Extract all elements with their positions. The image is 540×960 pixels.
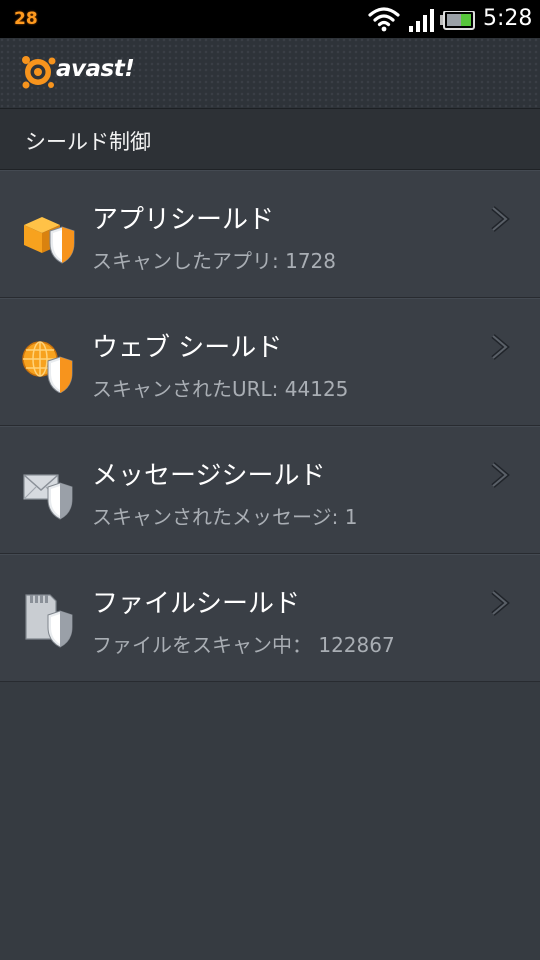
row-subtitle: スキャンされたメッセージ: 1 — [92, 505, 358, 529]
section-header: シールド制御 — [0, 109, 540, 170]
list-item-app-shield[interactable]: アプリシールド スキャンしたアプリ: 1728 — [0, 170, 540, 298]
notification-badge[interactable]: 28 — [14, 9, 38, 29]
web-shield-icon — [20, 335, 78, 394]
chevron-right-icon — [490, 205, 510, 237]
chevron-right-icon — [490, 589, 510, 621]
section-title: シールド制御 — [25, 130, 151, 154]
row-subtitle: ファイルをスキャン中： 122867 — [92, 633, 395, 657]
file-shield-icon — [20, 591, 78, 649]
chevron-right-icon — [490, 333, 510, 365]
row-title: メッセージシールド — [92, 461, 326, 491]
empty-area — [0, 686, 540, 960]
signal-icon — [408, 9, 436, 37]
logo-text: avast! — [56, 56, 135, 82]
row-title: ファイルシールド — [92, 589, 301, 619]
message-shield-icon — [20, 463, 78, 521]
chevron-right-icon — [490, 461, 510, 493]
list-item-web-shield[interactable]: ウェブ シールド スキャンされたURL: 44125 — [0, 298, 540, 426]
app-header: avast! — [0, 38, 540, 109]
list-item-message-shield[interactable]: メッセージシールド スキャンされたメッセージ: 1 — [0, 426, 540, 554]
list-item-file-shield[interactable]: ファイルシールド ファイルをスキャン中： 122867 — [0, 554, 540, 682]
app-shield-icon — [20, 207, 78, 265]
row-title: アプリシールド — [92, 205, 275, 235]
wifi-icon — [368, 6, 400, 36]
row-title: ウェブ シールド — [92, 333, 283, 363]
row-subtitle: スキャンしたアプリ: 1728 — [92, 249, 336, 273]
shield-list: アプリシールド スキャンしたアプリ: 1728 ウェブ シールド スキャンされた… — [0, 170, 540, 682]
status-bar: 28 5:28 — [0, 0, 540, 38]
clock: 5:28 — [483, 6, 533, 31]
battery-icon — [440, 10, 476, 35]
avast-logo-icon[interactable] — [20, 52, 60, 96]
row-subtitle: スキャンされたURL: 44125 — [92, 377, 349, 401]
